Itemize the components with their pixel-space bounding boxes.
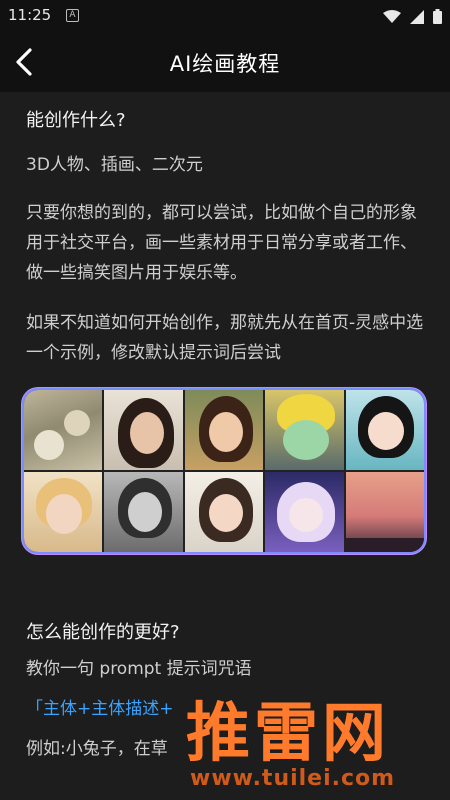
prompt-example-text: 例如:小兔子，在草 <box>26 739 168 759</box>
sample-image-woman-portrait <box>104 390 183 470</box>
sample-image-vintage-lady <box>24 472 103 552</box>
sample-image-girl-smile <box>184 390 264 470</box>
capabilities-text: 3D人物、插画、二次元 <box>26 155 203 175</box>
app-header: AI绘画教程 <box>0 32 450 92</box>
sample-image-flowers <box>24 390 103 470</box>
prompt-formula-text: 「主体+主体描述+ <box>26 699 174 719</box>
ideas-paragraph: 只要你想的到的，都可以尝试，比如做个自己的形象用于社交平台，画一些素材用于日常分… <box>26 203 417 283</box>
sample-gallery <box>24 390 424 552</box>
battery-icon <box>433 9 442 24</box>
sample-image-girl-flower <box>184 472 264 552</box>
watermark-logo: 推雷网 www.tuilei.com <box>178 682 450 800</box>
tutorial-content: 能创作什么? 3D人物、插画、二次元 只要你想的到的，都可以尝试，比如做个自己的… <box>26 92 426 368</box>
sample-image-anime-glasses <box>265 472 344 552</box>
section-heading-better: 怎么能创作的更好? <box>26 622 180 643</box>
sample-image-3d-character <box>265 390 344 470</box>
prompt-intro-text: 教你一句 prompt 提示词咒语 <box>26 659 252 679</box>
status-time: 11:25 <box>8 6 52 24</box>
section-heading-what: 能创作什么? <box>26 110 126 131</box>
status-bar: 11:25 A <box>0 0 450 32</box>
wifi-icon <box>383 9 402 23</box>
signal-icon <box>410 9 425 24</box>
page-title: AI绘画教程 <box>169 52 281 76</box>
sample-image-bw-portrait <box>104 472 183 552</box>
watermark-url: www.tuilei.com <box>190 766 396 791</box>
getting-started-paragraph: 如果不知道如何开始创作，那就先从在首页-灵感中选一个示例，修改默认提示词后尝试 <box>26 313 424 363</box>
sample-image-sunset <box>345 472 424 552</box>
status-icons <box>379 7 442 25</box>
watermark-text: 推雷网 <box>186 697 390 771</box>
notification-icon: A <box>66 9 79 22</box>
sample-image-anime-girl <box>345 390 424 470</box>
